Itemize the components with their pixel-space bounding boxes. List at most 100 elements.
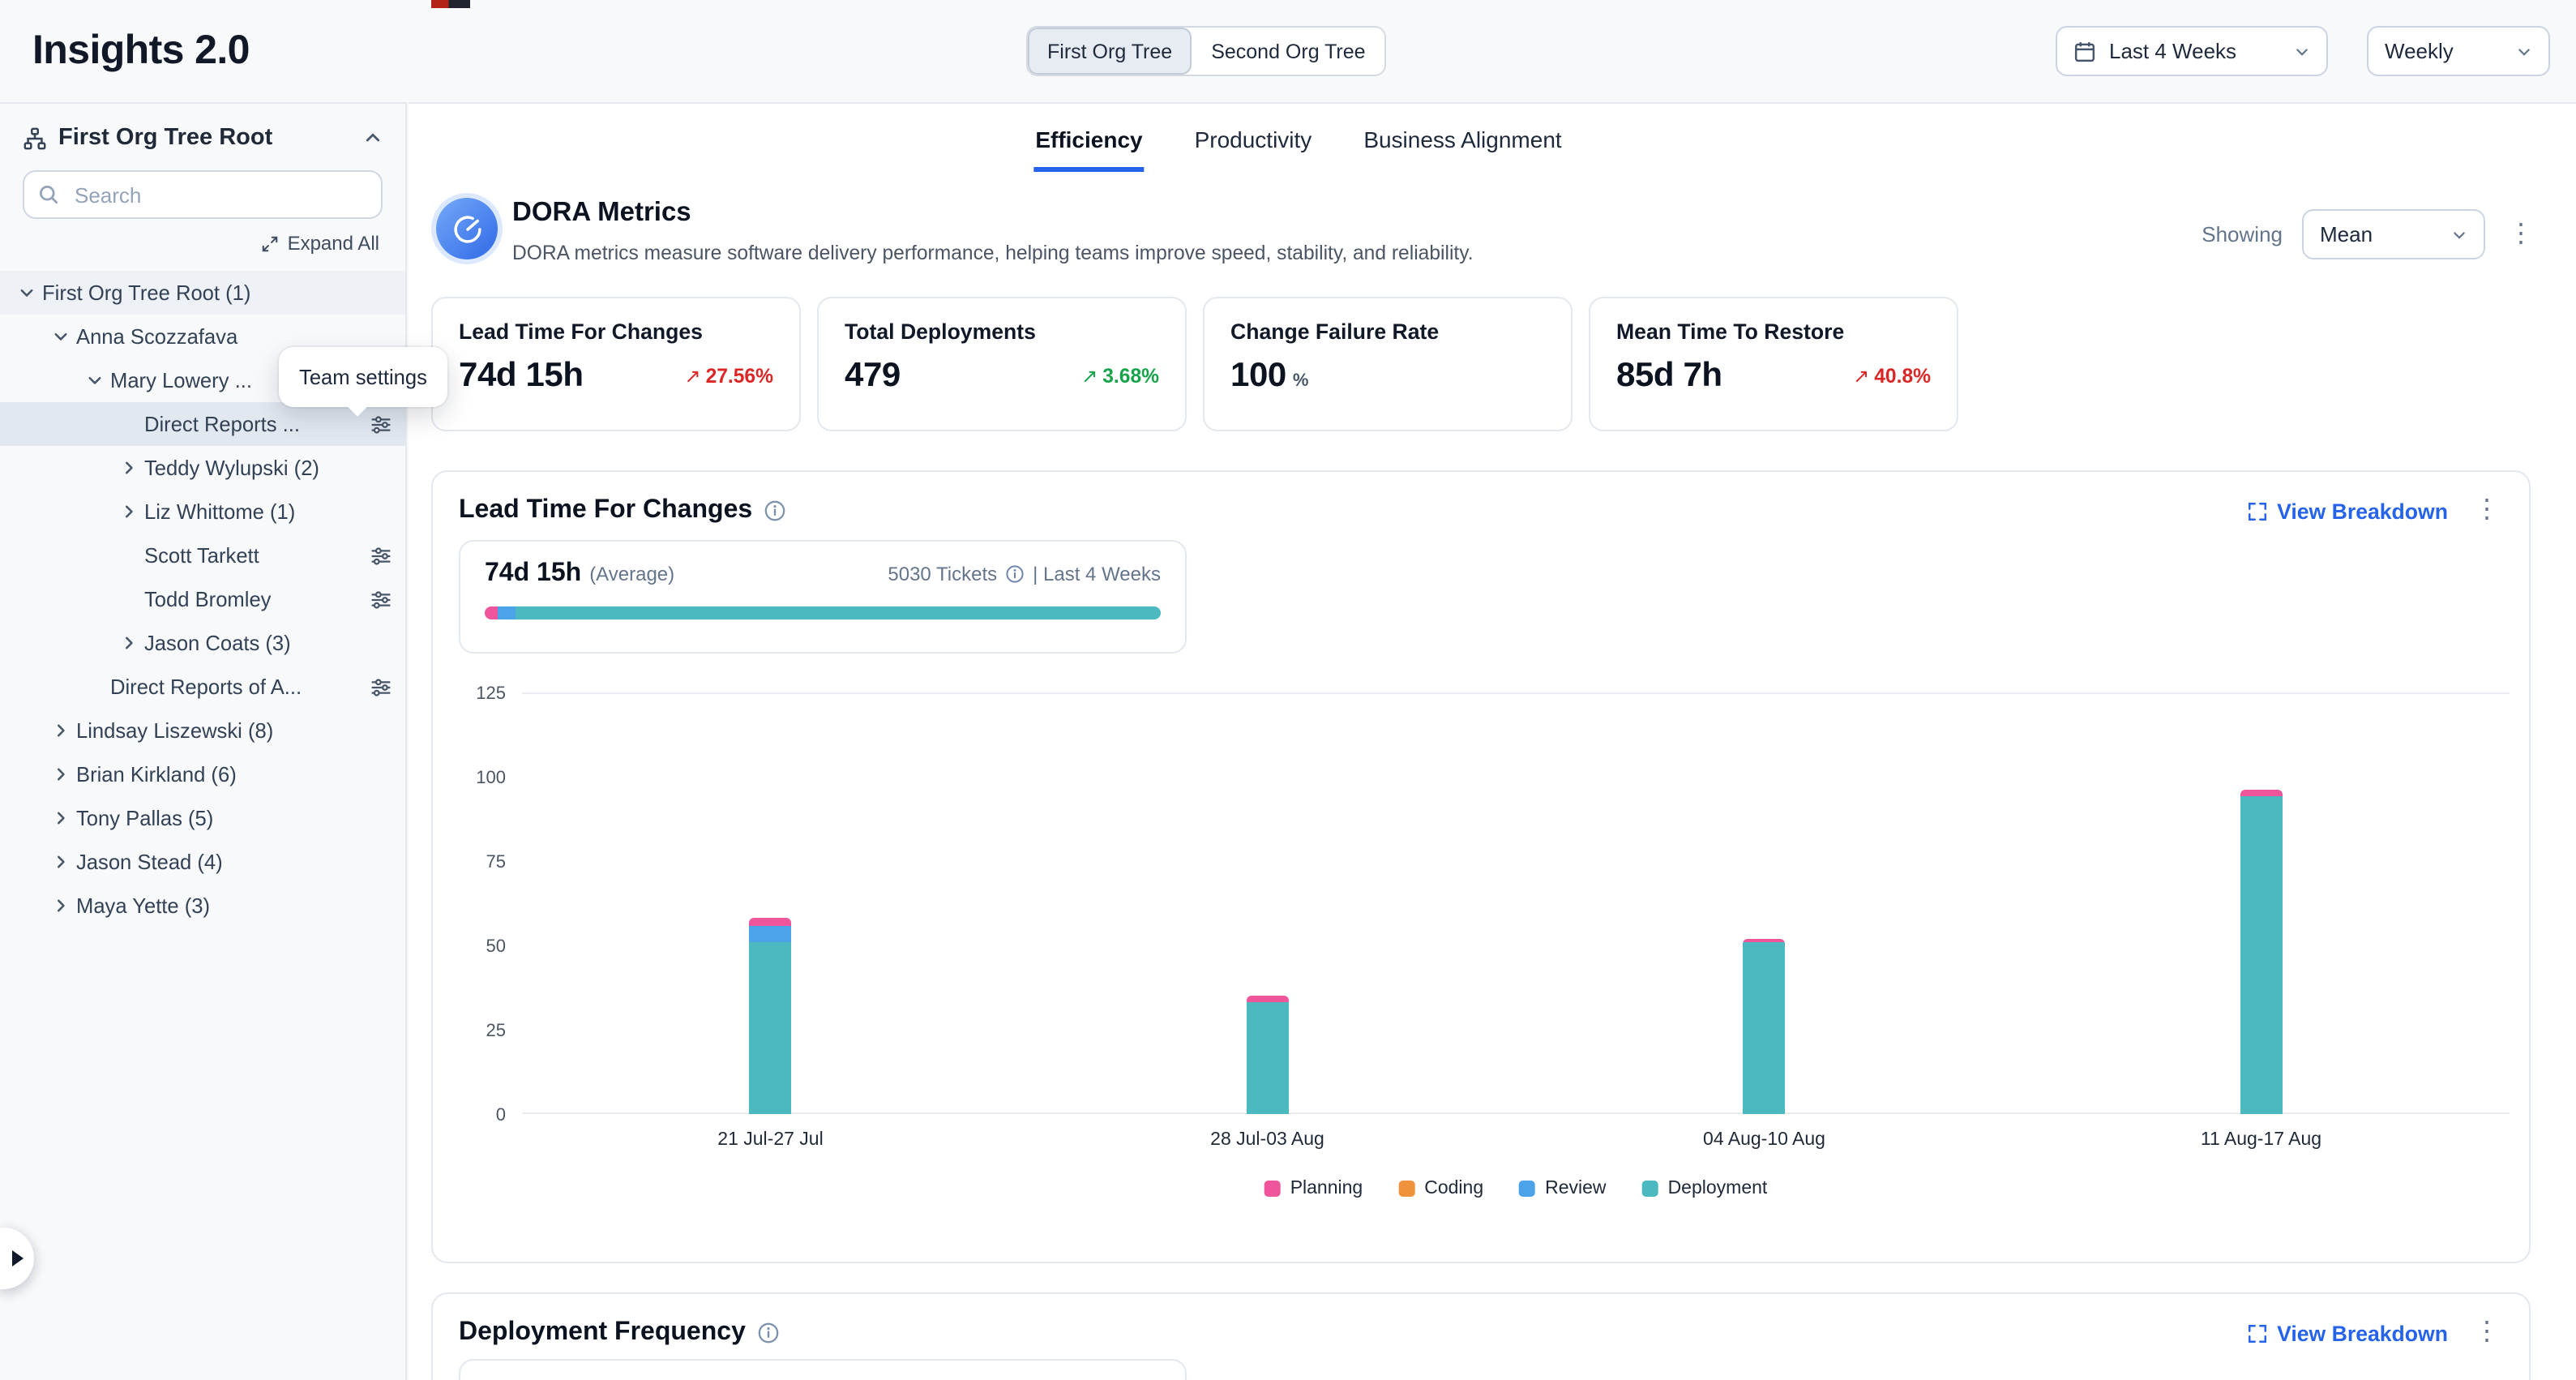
dora-metrics-description: DORA metrics measure software delivery p… (512, 242, 1474, 264)
dora-metrics-icon (436, 198, 498, 259)
search-input[interactable] (23, 170, 383, 219)
chevron-right-icon[interactable] (44, 809, 76, 827)
bar-28-jul-03-aug (1247, 996, 1289, 1114)
tree-item-teddy-wylupski-2[interactable]: Teddy Wylupski (2) (0, 446, 405, 490)
legend-label: Review (1545, 1179, 1606, 1198)
chevron-right-icon[interactable] (112, 459, 144, 477)
y-axis-tick-label: 50 (486, 937, 507, 957)
expand-all-button[interactable]: Expand All (0, 229, 405, 268)
tree-item-scott-tarkett[interactable]: Scott Tarkett (0, 534, 405, 577)
lead-time-average-qualifier: (Average) (589, 563, 674, 585)
tree-item-label: Scott Tarkett (144, 543, 259, 568)
lead-time-panel: Lead Time For Changes View Breakdown ⋮ 7… (431, 470, 2531, 1263)
main-content: Efficiency Productivity Business Alignment… (409, 102, 2576, 1380)
trend-up-arrow-icon: ↗ (1853, 365, 1869, 388)
tree-item-todd-bromley[interactable]: Todd Bromley (0, 577, 405, 621)
tree-item-direct-reports-of-a[interactable]: Direct Reports of A... (0, 665, 405, 709)
tree-item-label: Jason Stead (4) (76, 850, 223, 874)
chevron-right-icon[interactable] (112, 503, 144, 521)
chevron-right-icon[interactable] (44, 853, 76, 871)
metric-card-total-deployments: Total Deployments479↗3.68% (817, 297, 1187, 431)
screen-edge-artifact (431, 0, 470, 8)
deployment-view-breakdown-button[interactable]: View Breakdown (2246, 1321, 2448, 1345)
y-axis-tick-label: 100 (476, 769, 506, 788)
info-icon[interactable] (757, 1322, 780, 1344)
insights-dashboard: Insights 2.0 First Org TreeSecond Org Tr… (0, 0, 2576, 1380)
metric-card-title: Change Failure Rate (1230, 319, 1545, 344)
tree-item-jason-coats-3[interactable]: Jason Coats (3) (0, 621, 405, 665)
tab-productivity[interactable]: Productivity (1193, 115, 1314, 172)
bar-11-aug-17-aug (2240, 791, 2283, 1114)
lead-time-view-breakdown-button[interactable]: View Breakdown (2246, 499, 2448, 523)
team-settings-icon[interactable] (360, 544, 392, 567)
team-settings-icon[interactable] (360, 413, 392, 435)
app-title: Insights 2.0 (32, 28, 250, 75)
chevron-down-icon[interactable] (44, 328, 76, 345)
search-icon (37, 183, 60, 206)
gridline (522, 692, 2510, 694)
team-settings-icon[interactable] (360, 675, 392, 698)
chevron-right-icon[interactable] (44, 897, 76, 915)
legend-item-planning[interactable]: Planning (1264, 1179, 1363, 1198)
deployment-menu-kebab-icon[interactable]: ⋮ (2471, 1320, 2503, 1346)
tree-item-tony-pallas-5[interactable]: Tony Pallas (5) (0, 796, 405, 840)
metric-card-value: 85d 7h (1616, 357, 1722, 396)
chevron-down-icon[interactable] (78, 371, 110, 389)
chevron-up-icon[interactable] (363, 128, 383, 148)
legend-item-coding[interactable]: Coding (1398, 1179, 1483, 1198)
legend-item-review[interactable]: Review (1519, 1179, 1606, 1198)
info-icon[interactable] (764, 499, 786, 522)
bar-segment-deployment (1247, 1003, 1289, 1114)
date-range-dropdown[interactable]: Last 4 Weeks (2056, 26, 2328, 76)
tab-efficiency[interactable]: Efficiency (1033, 115, 1144, 172)
granularity-dropdown[interactable]: Weekly (2367, 26, 2550, 76)
chevron-right-icon[interactable] (44, 765, 76, 783)
tree-item-brian-kirkland-6[interactable]: Brian Kirkland (6) (0, 752, 405, 796)
dora-metric-cards: Lead Time For Changes74d 15h↗27.56%Total… (431, 297, 1958, 431)
dora-metrics-title: DORA Metrics (512, 198, 691, 229)
deployment-frequency-title: Deployment Frequency (459, 1318, 746, 1348)
org-tab-second-org-tree[interactable]: Second Org Tree (1192, 28, 1384, 75)
bar-04-aug-10-aug (1744, 939, 1786, 1114)
tab-business-alignment[interactable]: Business Alignment (1362, 115, 1563, 172)
tree-item-first-org-tree-root-1[interactable]: First Org Tree Root (1) (0, 271, 405, 315)
lead-time-panel-header: Lead Time For Changes View Breakdown ⋮ (433, 472, 2529, 525)
legend-item-deployment[interactable]: Deployment (1642, 1179, 1768, 1198)
tree-item-label: Liz Whittome (1) (144, 499, 295, 524)
tree-item-direct-reports[interactable]: Direct Reports ... (0, 402, 405, 446)
metric-card-title: Total Deployments (845, 319, 1159, 344)
tree-item-liz-whittome-1[interactable]: Liz Whittome (1) (0, 490, 405, 534)
chevron-down-icon[interactable] (10, 284, 42, 302)
legend-label: Deployment (1668, 1179, 1768, 1198)
metric-card-delta-badge: ↗40.8% (1853, 365, 1931, 388)
tree-item-jason-stead-4[interactable]: Jason Stead (4) (0, 840, 405, 884)
metric-card-title: Mean Time To Restore (1616, 319, 1931, 344)
tree-item-lindsay-liszewski-8[interactable]: Lindsay Liszewski (8) (0, 709, 405, 752)
lead-time-title: Lead Time For Changes (459, 496, 752, 525)
org-tree-toggle: First Org TreeSecond Org Tree (1026, 26, 1387, 76)
y-axis-tick-label: 0 (496, 1106, 506, 1125)
tree-item-maya-yette-3[interactable]: Maya Yette (3) (0, 884, 405, 928)
metric-card-mean-time-to-restore: Mean Time To Restore 85d 7h ↗40.8% (1589, 297, 1958, 431)
x-axis-line (522, 1112, 2510, 1114)
tree-item-label: Direct Reports of A... (110, 675, 302, 699)
team-settings-tooltip: Team settings (279, 347, 447, 407)
team-settings-icon[interactable] (360, 588, 392, 611)
lead-time-menu-kebab-icon[interactable]: ⋮ (2471, 498, 2503, 524)
trend-up-arrow-icon: ↗ (684, 365, 700, 388)
chevron-right-icon[interactable] (44, 722, 76, 739)
chevron-down-icon (2294, 43, 2310, 59)
distribution-segment-planning (485, 606, 497, 619)
org-tab-first-org-tree[interactable]: First Org Tree (1028, 28, 1192, 75)
legend-swatch (1398, 1181, 1414, 1197)
deployment-panel-header: Deployment Frequency View Breakdown ⋮ (433, 1294, 2529, 1348)
dora-menu-kebab-icon[interactable]: ⋮ (2505, 221, 2537, 247)
info-icon[interactable] (1005, 564, 1025, 584)
tree-item-label: Direct Reports ... (144, 412, 300, 436)
bar-segment-review (750, 925, 792, 942)
chevron-right-icon[interactable] (112, 634, 144, 652)
bar-segment-planning (1247, 996, 1289, 1002)
aggregation-dropdown[interactable]: Mean (2302, 209, 2485, 259)
legend-swatch (1642, 1181, 1658, 1197)
bar-segment-deployment (750, 942, 792, 1114)
